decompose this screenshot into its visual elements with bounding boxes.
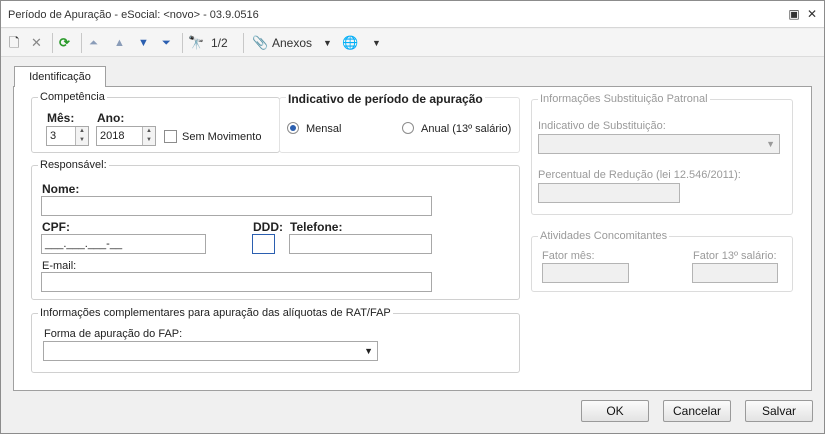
toolbar-separator xyxy=(243,33,244,53)
substituicao-legend: Informações Substituição Patronal xyxy=(538,93,710,105)
indicativo-substituicao-label: Indicativo de Substituição: xyxy=(538,120,666,132)
cpf-field[interactable]: ___.___.___-__ xyxy=(41,234,206,254)
ano-value: 2018 xyxy=(100,130,125,142)
telefone-label: Telefone: xyxy=(290,220,343,234)
indicativo-substituicao-select: ▼ xyxy=(538,134,780,154)
salvar-button[interactable]: Salvar xyxy=(745,400,813,422)
mensal-label: Mensal xyxy=(306,123,342,135)
toolbar: 🗋 ✕ ⟳ ⏶ ▲ ▼ ⏷ 🔭 1/2 📎 Anexos ▼ 🌐 ▼ xyxy=(1,29,824,57)
rat-fap-group: Informações complementares para apuração… xyxy=(31,307,520,373)
ano-label: Ano: xyxy=(97,111,125,125)
fator-mes-label: Fator mês: xyxy=(542,250,595,262)
anexos-dropdown-icon[interactable]: ▼ xyxy=(323,33,332,53)
indicativo-group: Indicativo de período de apuração Mensal… xyxy=(279,92,520,153)
responsavel-group: Responsável: Nome: CPF: ___.___.___-__ D… xyxy=(31,159,520,300)
toolbar-separator xyxy=(52,33,53,53)
title-bar: Período de Apuração - eSocial: <novo> - … xyxy=(1,1,824,28)
close-icon[interactable]: ✕ xyxy=(805,7,819,21)
cancelar-button[interactable]: Cancelar xyxy=(663,400,731,422)
sem-movimento-checkbox[interactable] xyxy=(164,130,177,143)
percentual-reducao-field xyxy=(538,183,680,203)
atividades-legend: Atividades Concomitantes xyxy=(538,230,670,242)
mes-value: 3 xyxy=(50,130,57,142)
telefone-field[interactable] xyxy=(289,234,432,254)
toolbar-separator xyxy=(81,33,82,53)
indicativo-legend: Indicativo de período de apuração xyxy=(286,92,485,106)
fator-13-field xyxy=(692,263,778,283)
fator-13-label: Fator 13º salário: xyxy=(693,250,777,262)
new-document-icon[interactable]: 🗋 xyxy=(9,33,19,53)
mensal-radio[interactable] xyxy=(287,122,299,134)
tab-identificacao[interactable]: Identificação xyxy=(14,66,106,87)
chevron-down-icon: ▼ xyxy=(364,346,373,356)
window-title: Período de Apuração - eSocial: <novo> - … xyxy=(8,9,259,21)
globe-icon[interactable]: 🌐 xyxy=(342,33,358,53)
dialog-window: Período de Apuração - eSocial: <novo> - … xyxy=(0,0,825,434)
last-record-icon[interactable]: ⏷ xyxy=(162,33,171,53)
rat-fap-legend: Informações complementares para apuração… xyxy=(38,307,393,319)
paperclip-icon[interactable]: 📎 xyxy=(252,33,268,53)
mes-spin-buttons[interactable]: ▲ ▼ xyxy=(75,127,88,145)
ddd-field[interactable] xyxy=(252,234,275,254)
identificacao-panel: Competência Mês: 3 ▲ ▼ Ano: 2018 ▲ ▼ Sem M… xyxy=(13,86,812,391)
nome-field[interactable] xyxy=(41,196,432,216)
nome-label: Nome: xyxy=(42,182,80,196)
ano-stepper[interactable]: 2018 ▲ ▼ xyxy=(96,126,156,146)
page-indicator: 1/2 xyxy=(211,36,228,50)
ok-button[interactable]: OK xyxy=(581,400,649,422)
anexos-button[interactable]: Anexos xyxy=(272,33,312,53)
sem-movimento-label: Sem Movimento xyxy=(182,131,262,143)
refresh-icon[interactable]: ⟳ xyxy=(59,33,70,53)
delete-icon[interactable]: ✕ xyxy=(31,33,42,53)
next-record-icon[interactable]: ▼ xyxy=(138,33,149,53)
anual-radio[interactable] xyxy=(402,122,414,134)
ddd-label: DDD: xyxy=(253,220,283,234)
anual-label: Anual (13º salário) xyxy=(421,123,512,135)
globe-dropdown-icon[interactable]: ▼ xyxy=(372,33,381,53)
binoculars-icon[interactable]: 🔭 xyxy=(188,33,204,53)
substituicao-group: Informações Substituição Patronal Indica… xyxy=(531,93,793,215)
mes-stepper[interactable]: 3 ▲ ▼ xyxy=(46,126,89,146)
first-record-icon[interactable]: ⏶ xyxy=(89,33,98,53)
forma-fap-select[interactable]: ▼ xyxy=(43,341,378,361)
competencia-group: Competência Mês: 3 ▲ ▼ Ano: 2018 ▲ ▼ Sem M… xyxy=(31,91,280,153)
email-label: E-mail: xyxy=(42,260,77,272)
competencia-legend: Competência xyxy=(38,91,107,103)
atividades-group: Atividades Concomitantes Fator mês: Fato… xyxy=(531,230,793,292)
previous-record-icon[interactable]: ▲ xyxy=(114,33,125,53)
mes-label: Mês: xyxy=(47,111,75,125)
responsavel-legend: Responsável: xyxy=(38,159,109,171)
cpf-label: CPF: xyxy=(42,220,70,234)
email-field[interactable] xyxy=(41,272,432,292)
fator-mes-field xyxy=(542,263,629,283)
forma-fap-label: Forma de apuração do FAP: xyxy=(44,328,183,340)
toolbar-separator xyxy=(182,33,183,53)
percentual-reducao-label: Percentual de Redução (lei 12.546/2011): xyxy=(538,169,741,181)
chevron-down-icon: ▼ xyxy=(766,139,775,149)
ano-spin-buttons[interactable]: ▲ ▼ xyxy=(142,127,155,145)
restore-icon[interactable]: ▣ xyxy=(787,7,801,21)
